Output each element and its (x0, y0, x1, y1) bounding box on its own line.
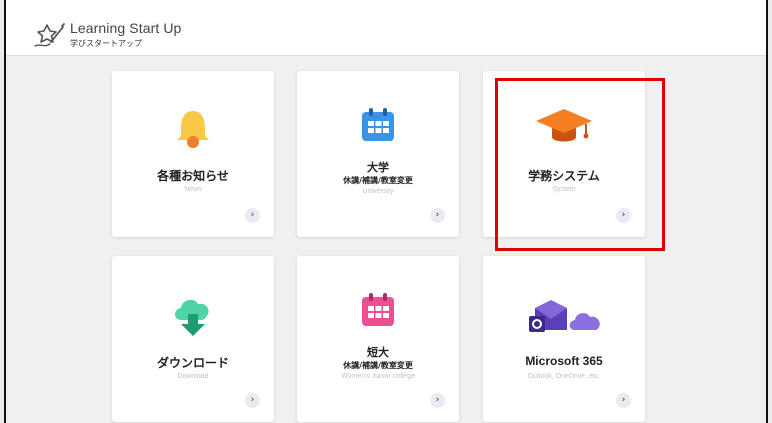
outlook-onedrive-icon (529, 300, 600, 332)
chevron-right-icon[interactable]: › (616, 393, 631, 408)
cloud-download-icon (175, 299, 209, 336)
onedrive-icon (569, 313, 600, 330)
card-english-label: Outlook, OneDrive, etc. (527, 373, 601, 380)
chevron-right-icon[interactable]: › (245, 208, 260, 223)
card-system[interactable]: 学務システム System › (483, 71, 645, 237)
graduation-cap-icon (536, 109, 592, 142)
bell-icon (177, 111, 209, 148)
chevron-right-icon[interactable]: › (430, 208, 445, 223)
app-window: Learning Start Up 学びスタートアップ 各種お知らせ News … (4, 0, 768, 423)
outlook-icon (529, 300, 567, 332)
card-microsoft-365[interactable]: Microsoft 365 Outlook, OneDrive, etc. › (483, 256, 645, 422)
header: Learning Start Up 学びスタートアップ (6, 0, 766, 56)
card-title: 各種お知らせ (157, 169, 229, 183)
card-title: ダウンロード (156, 356, 229, 370)
card-subtitle: 休講/補講/教室変更 (343, 361, 413, 370)
app-subtitle: 学びスタートアップ (70, 39, 142, 48)
handwriting-star-icon[interactable] (32, 20, 66, 50)
card-english-label: News (184, 186, 202, 193)
card-title: Microsoft 365 (525, 354, 603, 368)
card-english-label: Download (177, 373, 209, 380)
chevron-right-icon[interactable]: › (616, 208, 631, 223)
card-english-label: University (362, 188, 394, 195)
card-english-label: System (552, 186, 576, 193)
card-junior-college[interactable]: 短大 休講/補講/教室変更 Women's Junior college › (297, 256, 459, 422)
calendar-icon (362, 293, 394, 326)
calendar-icon (362, 108, 394, 141)
chevron-right-icon[interactable]: › (430, 393, 445, 408)
card-title: 学務システム (528, 169, 600, 183)
card-title: 短大 (367, 346, 389, 359)
app-title: Learning Start Up (70, 20, 182, 36)
card-english-label: Women's Junior college (341, 373, 415, 380)
card-download[interactable]: ダウンロード Download › (112, 256, 274, 422)
card-news[interactable]: 各種お知らせ News › (112, 71, 274, 237)
card-university[interactable]: 大学 休講/補講/教室変更 University › (297, 71, 459, 237)
chevron-right-icon[interactable]: › (245, 393, 260, 408)
card-subtitle: 休講/補講/教室変更 (343, 176, 413, 185)
card-title: 大学 (367, 161, 389, 174)
